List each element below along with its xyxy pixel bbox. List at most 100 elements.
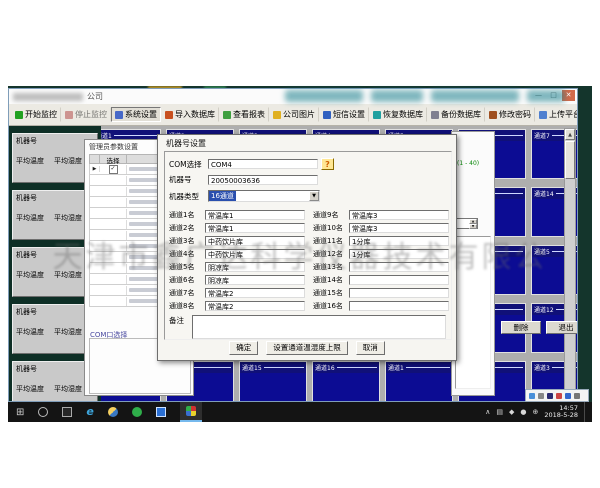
window-app-icon[interactable] bbox=[156, 407, 166, 417]
channel-name-input[interactable] bbox=[349, 301, 449, 311]
channel-panel-label: 通道16 bbox=[315, 363, 335, 372]
tray-caret-icon[interactable]: ∧ bbox=[485, 408, 490, 416]
task-view-icon[interactable] bbox=[62, 407, 72, 417]
channel-name-input[interactable] bbox=[349, 275, 449, 285]
channel-name-input[interactable]: 1分库 bbox=[349, 249, 449, 259]
avg-hum-label: 平均湿度 bbox=[54, 270, 82, 280]
channel-panel-label: 通道12 bbox=[534, 305, 554, 314]
tray-folder-icon[interactable]: ▤ bbox=[496, 408, 503, 416]
toolbar-button[interactable]: 停止监控 bbox=[61, 107, 111, 122]
chevron-down-icon[interactable]: ▼ bbox=[309, 191, 319, 201]
tray-app-icon[interactable] bbox=[574, 393, 580, 399]
minimize-button[interactable]: — bbox=[532, 90, 545, 101]
dialog-buttons: 确定 设置通道温湿度上限 取消 bbox=[158, 341, 456, 355]
show-desktop-button[interactable] bbox=[584, 402, 588, 422]
channel-name-label: 通道12名 bbox=[313, 249, 346, 259]
channel-name-input[interactable] bbox=[349, 288, 449, 298]
channel-name-input[interactable]: 阴凉库 bbox=[205, 275, 305, 285]
set-limits-button[interactable]: 设置通道温湿度上限 bbox=[266, 341, 348, 355]
toolbar-button[interactable]: 备份数据库 bbox=[427, 107, 485, 122]
row-checkbox[interactable]: ✓ bbox=[109, 165, 118, 174]
avg-hum-label: 平均湿度 bbox=[54, 327, 82, 337]
channel-panel-label: 通道15 bbox=[242, 363, 262, 372]
tray-app-icon[interactable] bbox=[529, 393, 535, 399]
avg-temp-label: 平均温度 bbox=[16, 384, 44, 394]
machine-no-input[interactable]: 20050003636 bbox=[208, 175, 318, 185]
exit-button[interactable]: 退出 bbox=[546, 321, 577, 334]
window-controls: — □ ✕ bbox=[532, 90, 575, 101]
channel-name-row: 通道3名 中药饮片库 bbox=[169, 234, 305, 247]
toolbar-buttons: 开始监控 停止监控 系统设置 bbox=[11, 106, 578, 124]
close-button[interactable]: ✕ bbox=[562, 90, 575, 101]
ok-button[interactable]: 确定 bbox=[229, 341, 258, 355]
toolbar-button[interactable]: 修改密码 bbox=[485, 107, 535, 122]
cortana-icon[interactable] bbox=[38, 407, 48, 417]
channel-name-input[interactable]: 常温库1 bbox=[205, 210, 305, 220]
row-text-blurred bbox=[129, 211, 159, 215]
maximize-button[interactable]: □ bbox=[547, 90, 560, 101]
remark-row: 备注 bbox=[169, 315, 446, 339]
number-spinner[interactable]: ▲▼ bbox=[456, 218, 478, 229]
toolbar-button[interactable]: 短信设置 bbox=[319, 107, 369, 122]
com-select-input[interactable]: COM4 bbox=[208, 159, 318, 169]
tray-volume-icon[interactable]: ● bbox=[520, 408, 526, 416]
toolbar-button[interactable]: 导入数据库 bbox=[161, 107, 219, 122]
channel-name-input[interactable]: 1分库 bbox=[349, 236, 449, 246]
cancel-button[interactable]: 取消 bbox=[356, 341, 385, 355]
help-button[interactable]: ? bbox=[321, 158, 334, 170]
row-marker: ▶ bbox=[90, 166, 100, 172]
tray-app-icon[interactable] bbox=[565, 393, 571, 399]
tray-app-icon[interactable] bbox=[556, 393, 562, 399]
toolbar-button[interactable]: 开始监控 bbox=[11, 107, 61, 122]
desktop-screenshot: 公司 — □ ✕ 开始监控 bbox=[8, 86, 592, 422]
channel-panel-label: 通道14 bbox=[534, 189, 554, 198]
channel-panel-header: 通道16 bbox=[313, 362, 379, 373]
channel-panel-label: 通道3 bbox=[534, 363, 550, 372]
monitoring-app-icon bbox=[186, 406, 196, 416]
channel-name-input[interactable] bbox=[349, 262, 449, 272]
toolbar-button-label: 短信设置 bbox=[333, 109, 365, 120]
channel-name-input[interactable]: 常温库3 bbox=[349, 210, 449, 220]
tray-app-icon[interactable] bbox=[547, 393, 553, 399]
toolbar-button[interactable]: 公司图片 bbox=[269, 107, 319, 122]
channel-name-input[interactable]: 常温库1 bbox=[205, 223, 305, 233]
browser-compass-icon[interactable] bbox=[108, 407, 118, 417]
channel-name-input[interactable]: 常温库2 bbox=[205, 301, 305, 311]
toolbar-button[interactable]: 恢复数据库 bbox=[369, 107, 427, 122]
toolbar-button[interactable]: 上传平台 bbox=[535, 107, 578, 122]
scrollbar-thumb[interactable] bbox=[565, 141, 575, 179]
remark-textarea[interactable] bbox=[192, 315, 446, 339]
machine-type-select[interactable]: 16通道 ▼ bbox=[208, 190, 320, 202]
channel-panel[interactable]: 通道15 bbox=[239, 361, 307, 401]
channel-name-input[interactable]: 阴凉库 bbox=[205, 262, 305, 272]
range-hint-text: (1 - 40) bbox=[457, 160, 479, 167]
channel-name-input[interactable]: 常温库2 bbox=[205, 288, 305, 298]
channel-name-row: 通道15名 bbox=[313, 286, 449, 299]
channel-name-input[interactable]: 常温库3 bbox=[349, 223, 449, 233]
tray-network-icon[interactable]: ◆ bbox=[509, 408, 514, 416]
spin-down-icon[interactable]: ▼ bbox=[469, 224, 477, 229]
channel-name-label: 通道6名 bbox=[169, 275, 202, 285]
scroll-up-icon[interactable]: ▲ bbox=[565, 129, 575, 140]
delete-button[interactable]: 删除 bbox=[501, 321, 541, 334]
toolbar-button-icon bbox=[15, 111, 23, 119]
channel-name-input[interactable]: 中药饮片库 bbox=[205, 236, 305, 246]
tray-settings-icon[interactable]: ⊕ bbox=[532, 408, 538, 416]
channel-name-input[interactable]: 中药饮片库 bbox=[205, 249, 305, 259]
edge-browser-icon[interactable]: e bbox=[86, 407, 93, 417]
machine-no-label: 机器号 bbox=[16, 364, 37, 374]
channel-panel[interactable]: 通道1 bbox=[385, 361, 453, 401]
toolbar-button[interactable]: 查看报表 bbox=[219, 107, 269, 122]
vertical-scrollbar[interactable]: ▲ ▼ bbox=[564, 128, 576, 401]
row-text-blurred bbox=[129, 277, 159, 281]
start-button-icon[interactable]: ⊞ bbox=[16, 407, 24, 418]
dialog-title: 机器号设置 bbox=[166, 138, 206, 149]
window-title-blurred bbox=[13, 93, 83, 101]
tray-app-icon[interactable] bbox=[538, 393, 544, 399]
active-app-button[interactable] bbox=[180, 402, 202, 422]
toolbar-button[interactable]: 系统设置 bbox=[111, 107, 161, 122]
channel-panel[interactable]: 通道16 bbox=[312, 361, 380, 401]
green-app-icon[interactable] bbox=[132, 407, 142, 417]
taskbar-clock[interactable]: 14:57 2018-5-28 bbox=[544, 405, 578, 419]
toolbar-button-icon bbox=[65, 111, 73, 119]
